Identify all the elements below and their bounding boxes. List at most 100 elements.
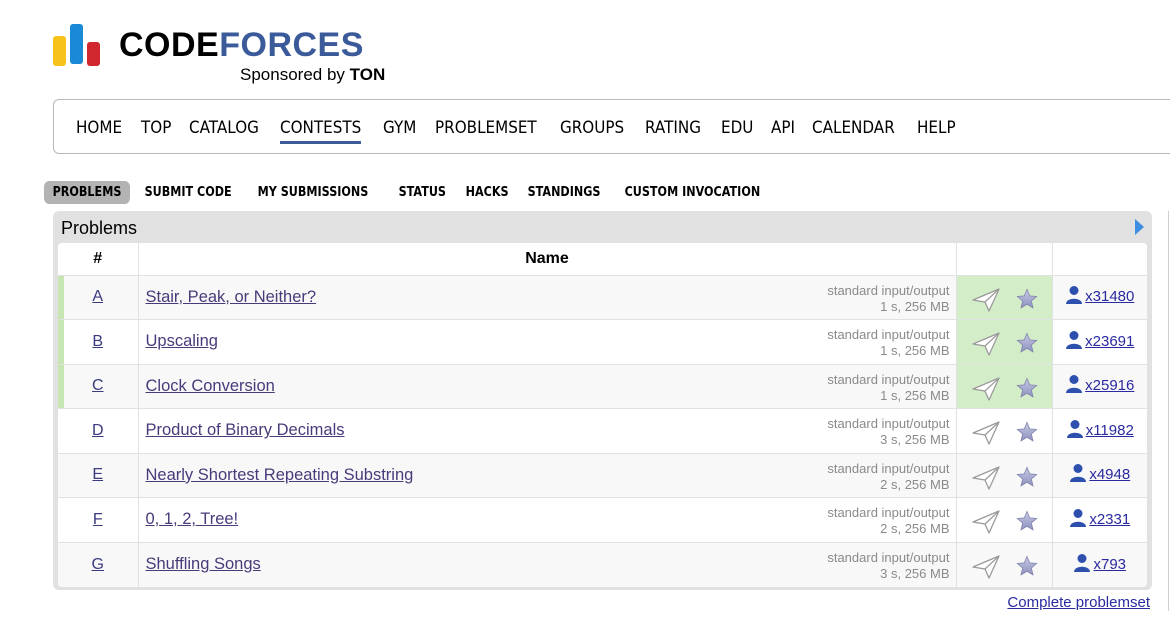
favorite-star-icon[interactable] — [1015, 465, 1038, 493]
limits-text: 3 s, 256 MB — [880, 432, 950, 447]
favorite-star-icon[interactable] — [1015, 332, 1038, 359]
solved-count-link[interactable]: x31480 — [1065, 286, 1134, 305]
submit-plane-icon[interactable] — [971, 554, 1001, 585]
favorite-star-icon[interactable] — [1015, 287, 1038, 315]
menu-item-problemset[interactable]: PROBLEMSET — [435, 116, 537, 137]
tab-my-submissions[interactable]: MY SUBMISSIONS — [249, 181, 377, 204]
solved-count-link[interactable]: x4948 — [1069, 464, 1131, 484]
problem-actions-cell — [956, 453, 1053, 498]
problem-limits: standard input/output 1 s, 256 MB — [827, 372, 949, 404]
problem-name-link[interactable]: Clock Conversion — [146, 377, 275, 395]
menu-item-edu[interactable]: EDU — [721, 116, 753, 137]
complete-problemset-link[interactable]: Complete problemset — [1007, 594, 1150, 611]
submit-plane-icon[interactable] — [971, 287, 1001, 318]
table-row: D Product of Binary Decimals standard inpu… — [58, 408, 1147, 454]
solved-count-link[interactable]: x2331 — [1069, 508, 1131, 528]
submit-plane-icon[interactable] — [971, 376, 1001, 407]
tab-submit-code[interactable]: SUBMIT CODE — [136, 181, 240, 204]
problem-limits: standard input/output 3 s, 256 MB — [827, 416, 949, 448]
solved-count: x25916 — [1085, 377, 1135, 395]
table-row: E Nearly Shortest Repeating Substring stan… — [58, 453, 1147, 498]
problem-index-link[interactable]: G — [92, 556, 104, 573]
problem-index-cell: G — [58, 542, 139, 587]
tab-problems[interactable]: PROBLEMS — [44, 180, 130, 204]
limits-text: 2 s, 256 MB — [880, 521, 950, 536]
problem-index-link[interactable]: B — [92, 333, 103, 350]
logo-bars-icon — [53, 24, 105, 66]
problem-actions-cell — [956, 364, 1053, 409]
limits-text: 1 s, 256 MB — [880, 343, 950, 358]
table-row: C Clock Conversion standard input/output 1 … — [58, 364, 1147, 409]
tab-custom-invocation[interactable]: CUSTOM INVOCATION — [616, 181, 769, 204]
submit-plane-icon[interactable] — [971, 509, 1001, 540]
problem-index-cell: E — [58, 453, 139, 498]
menu-item-rating[interactable]: RATING — [645, 116, 701, 137]
favorite-star-icon[interactable] — [1015, 554, 1038, 582]
user-icon — [1065, 330, 1083, 354]
menu-item-help[interactable]: HELP — [917, 116, 956, 137]
problem-name-link[interactable]: 0, 1, 2, Tree! — [146, 510, 239, 528]
column-header-solved — [1052, 243, 1147, 276]
favorite-star-icon[interactable] — [1015, 421, 1038, 448]
menu-item-groups[interactable]: GROUPS — [560, 116, 624, 137]
user-icon — [1065, 374, 1083, 398]
user-icon — [1066, 419, 1084, 443]
solved-count: x793 — [1093, 555, 1127, 573]
menu-item-gym[interactable]: GYM — [383, 116, 416, 137]
problem-name-link[interactable]: Product of Binary Decimals — [146, 421, 345, 439]
second-level-menu: PROBLEMS SUBMIT CODE MY SUBMISSIONS STATUS H… — [44, 179, 785, 205]
problem-actions-cell — [956, 319, 1053, 365]
io-text: standard input/output — [827, 460, 950, 476]
toggle-arrow-icon[interactable] — [1135, 219, 1144, 235]
limits-text: 1 s, 256 MB — [880, 387, 950, 403]
menu-item-api[interactable]: API — [771, 116, 795, 137]
problems-title: Problems — [61, 218, 138, 238]
menu-item-top[interactable]: TOP — [141, 116, 171, 137]
favorite-star-icon[interactable] — [1015, 510, 1038, 537]
problem-name-link[interactable]: Shuffling Songs — [146, 555, 261, 573]
menu-item-home[interactable]: HOME — [76, 116, 122, 137]
menu-item-calendar[interactable]: CALENDAR — [812, 116, 895, 137]
problem-name-link[interactable]: Upscaling — [146, 332, 218, 350]
favorite-star-icon[interactable] — [1015, 376, 1038, 404]
io-text: standard input/output — [827, 327, 950, 342]
solved-count: x2331 — [1089, 510, 1131, 528]
submit-plane-icon[interactable] — [971, 465, 1001, 496]
problem-name-cell: Clock Conversion standard input/output 1 s… — [138, 364, 957, 409]
tab-standings[interactable]: STANDINGS — [519, 181, 609, 204]
problem-limits: standard input/output 1 s, 256 MB — [827, 327, 949, 359]
io-text: standard input/output — [827, 549, 950, 565]
solved-count-link[interactable]: x23691 — [1065, 330, 1134, 350]
solved-count-link[interactable]: x793 — [1073, 553, 1127, 573]
limits-text: 2 s, 256 MB — [880, 476, 950, 492]
solved-count: x4948 — [1089, 466, 1131, 484]
submit-plane-icon[interactable] — [971, 331, 1001, 362]
problem-name-link[interactable]: Stair, Peak, or Neither? — [146, 288, 317, 306]
problem-index-link[interactable]: C — [92, 377, 104, 394]
column-header-name: Name — [138, 243, 957, 276]
menu-item-contests[interactable]: CONTESTS — [280, 116, 362, 144]
solved-count-cell: x793 — [1052, 542, 1147, 587]
solved-count-cell: x23691 — [1052, 319, 1147, 365]
solved-count-cell: x11982 — [1052, 408, 1147, 454]
solved-count-link[interactable]: x25916 — [1065, 375, 1135, 395]
user-icon — [1073, 553, 1091, 577]
problem-index-link[interactable]: F — [93, 511, 103, 528]
menu-item-catalog[interactable]: CATALOG — [189, 116, 259, 137]
tab-status[interactable]: STATUS — [390, 181, 455, 204]
problem-name-cell: Shuffling Songs standard input/output 3 s,… — [138, 542, 957, 587]
solved-count-link[interactable]: x11982 — [1066, 419, 1134, 439]
user-icon — [1069, 508, 1087, 532]
problem-actions-cell — [956, 542, 1053, 587]
codeforces-logo[interactable]: CODEFORCES Sponsored by TON — [53, 24, 413, 88]
problem-index-link[interactable]: A — [92, 288, 103, 305]
problem-index-link[interactable]: D — [92, 422, 104, 439]
limits-text: 1 s, 256 MB — [880, 298, 950, 314]
problem-actions-cell — [956, 408, 1053, 454]
column-header-index: # — [58, 243, 139, 276]
problem-index-cell: C — [58, 364, 139, 409]
problem-name-link[interactable]: Nearly Shortest Repeating Substring — [146, 466, 414, 484]
problem-index-link[interactable]: E — [92, 466, 103, 483]
tab-hacks[interactable]: HACKS — [457, 181, 517, 204]
submit-plane-icon[interactable] — [971, 420, 1001, 451]
